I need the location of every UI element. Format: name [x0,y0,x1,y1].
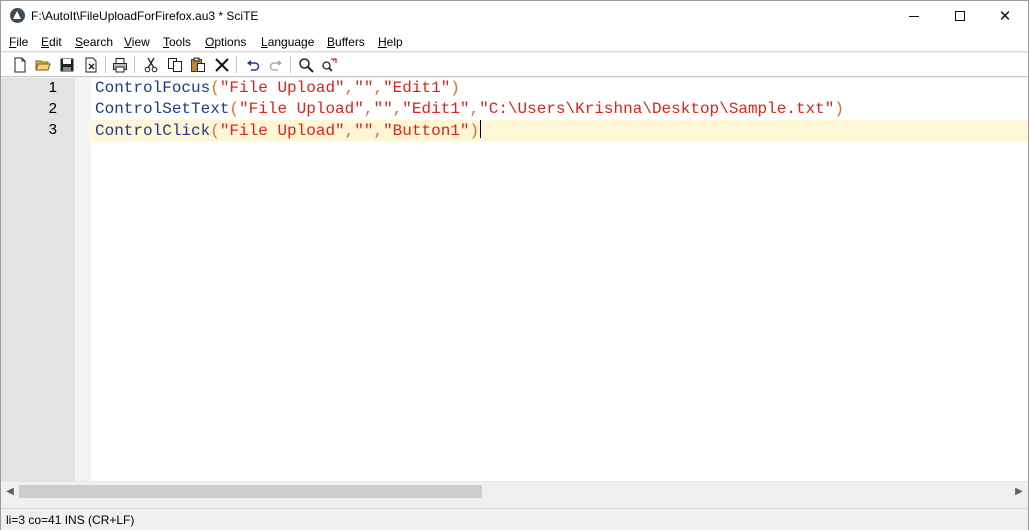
menu-bar: File Edit Search View Tools Options Lang… [1,31,1028,52]
window-title: F:\AutoIt\FileUploadForFirefox.au3 * Sci… [31,9,259,23]
scroll-left-button[interactable]: ◀ [1,482,19,501]
code-string: "" [354,122,374,140]
find-icon [298,57,314,73]
code-paren: ( [210,79,220,97]
code-string: "Edit1" [383,79,451,97]
code-comma: , [344,79,355,97]
scite-window: F:\AutoIt\FileUploadForFirefox.au3 * Sci… [0,0,1029,530]
code-string: "" [373,100,393,118]
paste-icon [190,57,205,72]
code-function: ControlSetText [95,100,230,118]
line-number: 2 [48,100,57,117]
menu-help[interactable]: Help [378,35,403,49]
cut-button[interactable] [141,55,160,74]
maximize-button[interactable] [937,1,983,31]
menu-language[interactable]: Language [261,35,314,49]
new-file-button[interactable] [10,55,29,74]
code-string: "File Upload" [239,100,364,118]
code-comma: , [373,122,384,140]
maximize-icon [955,11,965,21]
toolbar-separator [290,56,291,73]
new-file-icon [14,57,25,72]
menu-options[interactable]: Options [205,35,246,49]
code-comma: , [469,100,480,118]
cut-icon [144,57,157,72]
code-function: ControlFocus [95,79,211,97]
redo-button[interactable] [266,55,285,74]
open-folder-icon [34,60,51,70]
code-string: "C:\Users\Krishna\Desktop\Sample.txt" [479,100,835,118]
text-caret [480,120,482,138]
code-paren: ) [834,100,844,118]
line-number: 3 [48,121,57,138]
code-area[interactable]: ControlFocus("File Upload","","Edit1") C… [91,78,1028,481]
toolbar-separator [236,56,237,73]
save-button[interactable] [57,55,76,74]
menu-file[interactable]: File [9,35,28,49]
find-button[interactable] [296,55,315,74]
scroll-thumb[interactable] [19,485,482,498]
copy-icon [167,57,182,72]
close-file-icon [85,57,96,72]
minimize-button[interactable] [891,1,937,31]
delete-button[interactable] [212,55,231,74]
undo-button[interactable] [243,55,262,74]
code-function: ControlClick [95,122,211,140]
copy-button[interactable] [165,55,184,74]
code-line[interactable]: ControlFocus("File Upload","","Edit1") [95,78,460,99]
minimize-icon [909,15,919,17]
horizontal-scrollbar[interactable]: ◀ ▶ [1,481,1028,500]
replace-button[interactable] [319,55,338,74]
line-number-gutter: 1 2 3 [1,78,75,481]
code-string: "File Upload" [219,122,345,140]
menu-view[interactable]: View [124,35,150,49]
editor[interactable]: 1 2 3 ControlFocus("File Upload","","Edi… [1,78,1028,481]
code-paren: ( [210,122,220,140]
code-line-current[interactable]: ControlClick("File Upload","","Button1") [91,120,1028,141]
code-paren: ) [450,79,460,97]
code-paren: ( [229,100,240,118]
code-string: "" [354,79,374,97]
redo-icon [269,59,282,71]
save-icon [60,58,73,71]
print-button[interactable] [110,55,129,74]
chevron-left-icon: ◀ [6,486,14,497]
code-comma: , [344,122,355,140]
toolbar-separator [134,56,135,73]
toolbar-separator [105,56,106,73]
fold-margin[interactable] [75,78,91,481]
status-bar: li=3 co=41 INS (CR+LF) [1,508,1028,530]
title-bar[interactable]: F:\AutoIt\FileUploadForFirefox.au3 * Sci… [1,1,1028,31]
menu-search[interactable]: Search [75,35,113,49]
line-number: 1 [48,79,57,96]
replace-icon [321,57,337,72]
scroll-right-button[interactable]: ▶ [1010,482,1028,501]
menu-tools[interactable]: Tools [163,35,191,49]
menu-edit[interactable]: Edit [41,35,62,49]
code-comma: , [373,79,384,97]
code-comma: , [392,100,403,118]
open-button[interactable] [33,55,52,74]
paste-button[interactable] [188,55,207,74]
close-file-button[interactable] [81,55,100,74]
close-button[interactable]: ✕ [982,1,1028,31]
close-icon: ✕ [998,8,1012,25]
scite-app-icon[interactable] [10,8,25,23]
code-string: "Edit1" [402,100,470,118]
code-line[interactable]: ControlSetText("File Upload","","Edit1",… [95,99,844,120]
code-string: "Button1" [383,122,470,140]
menu-buffers[interactable]: Buffers [327,35,365,49]
print-icon [112,57,127,72]
toolbar [1,53,1028,77]
status-text: li=3 co=41 INS (CR+LF) [6,513,135,527]
undo-icon [246,59,259,71]
chevron-right-icon: ▶ [1015,486,1023,497]
code-string: "File Upload" [219,79,345,97]
delete-icon [214,57,229,72]
code-paren: ) [469,122,480,140]
